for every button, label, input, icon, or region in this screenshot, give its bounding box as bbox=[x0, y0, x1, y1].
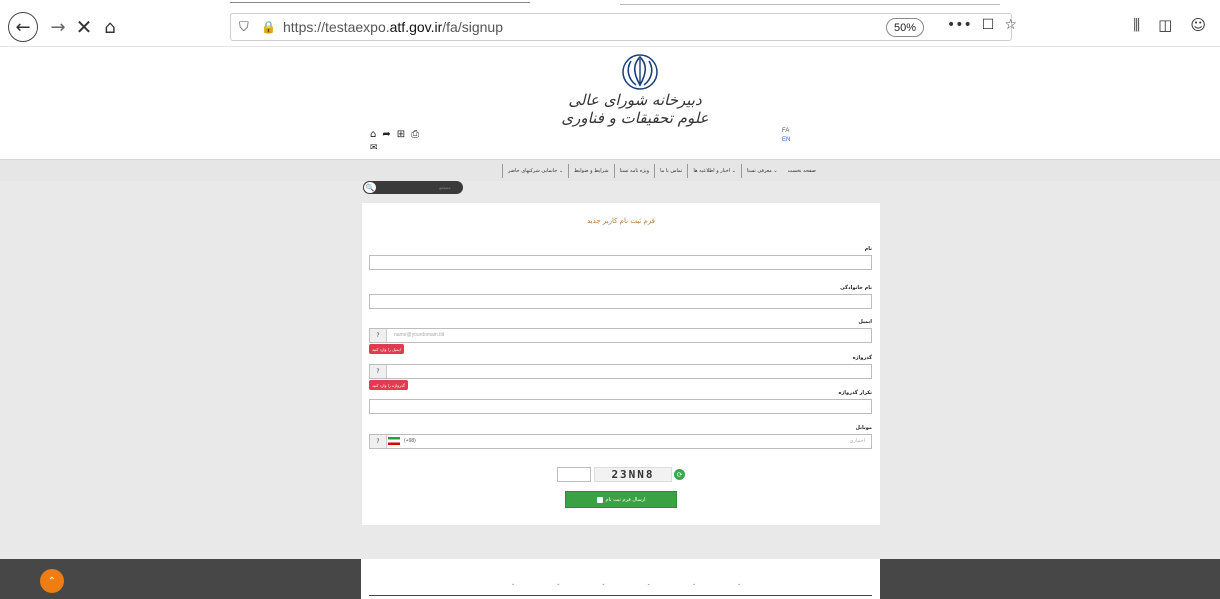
mobile-placeholder: اختیاری bbox=[849, 438, 865, 444]
last-name-label: نام خانوادگی bbox=[840, 285, 872, 291]
home-icon[interactable]: ⌂ bbox=[370, 129, 376, 140]
back-button[interactable]: ← bbox=[8, 12, 38, 42]
lang-en[interactable]: EN bbox=[782, 136, 790, 145]
footer-divider bbox=[369, 595, 872, 596]
email-field[interactable]: ? name@yourdomain.tld bbox=[369, 328, 872, 343]
menu-item-contact[interactable]: تماس با ما bbox=[654, 164, 687, 178]
menu-item-terms[interactable]: شرایط و ضوابط bbox=[568, 164, 613, 178]
home-button[interactable]: ⌂ bbox=[96, 13, 124, 41]
search-icon[interactable]: 🔍 bbox=[364, 182, 376, 193]
bookmark-star-icon[interactable]: ☆ bbox=[1004, 17, 1017, 33]
search-input[interactable]: جستجو bbox=[439, 185, 451, 190]
chevron-down-icon[interactable]: ⌄ bbox=[737, 581, 741, 587]
org-name: دبیرخانه شورای عالی علوم تحقیقات و فناور… bbox=[561, 91, 709, 127]
password-error: گذرواژه را وارد کنید bbox=[369, 380, 409, 390]
language-switcher: FA EN bbox=[782, 127, 790, 145]
address-bar[interactable]: ⛉ 🔒 https://testaexpo.atf.gov.ir/fa/sign… bbox=[230, 13, 1017, 41]
footer-card: ⌄ ⌄ ⌄ ⌄ ⌄ ⌄ bbox=[361, 559, 880, 599]
shield-icon[interactable]: ⛉ bbox=[239, 20, 261, 35]
confirm-password-label: تکرار گذرواژه bbox=[838, 390, 872, 396]
submit-label: ارسال فرم ثبت نام bbox=[605, 496, 646, 503]
main-menu: صفحه نخست معرفی تستا ⌄ اخبار و اطلاعیه ه… bbox=[502, 160, 821, 182]
back-arrow-icon: ← bbox=[15, 16, 31, 38]
account-icon[interactable]: ☺ bbox=[1190, 16, 1206, 34]
main-menu-bar: صفحه نخست معرفی تستا ⌄ اخبار و اطلاعیه ه… bbox=[0, 159, 1220, 181]
chevron-down-icon[interactable]: ⌄ bbox=[647, 581, 651, 587]
chevron-down-icon[interactable]: ⌄ bbox=[692, 581, 696, 587]
url-domain: atf.gov.ir bbox=[389, 19, 443, 35]
first-name-label: نام bbox=[864, 246, 872, 252]
iran-flag-icon[interactable] bbox=[388, 437, 400, 445]
zoom-indicator[interactable]: 50% bbox=[886, 18, 924, 37]
mobile-field[interactable]: ? (+98) اختیاری bbox=[369, 434, 872, 449]
chevron-down-icon[interactable]: ⌄ bbox=[511, 581, 515, 587]
forward-arrow-icon: → bbox=[50, 16, 66, 38]
chevron-up-icon: ⌃ bbox=[47, 575, 57, 587]
header-tools: ⌂ ➦ ⊞ ⎙ bbox=[370, 129, 419, 140]
sitemap-icon[interactable]: ⊞ bbox=[397, 129, 405, 140]
stop-button[interactable]: ✕ bbox=[70, 13, 98, 41]
tab-line bbox=[620, 4, 1000, 5]
mail-icon[interactable]: ✉ bbox=[370, 143, 378, 153]
refresh-captcha-icon[interactable]: ⟳ bbox=[674, 469, 685, 480]
tab-strip bbox=[0, 0, 1220, 9]
menu-item-about[interactable]: معرفی تستا ⌄ bbox=[740, 164, 783, 178]
password-label: گذرواژه bbox=[852, 355, 872, 361]
menu-item-placement[interactable]: جانمایی شرکتهای حاضر ⌄ bbox=[502, 164, 568, 178]
menu-item-news[interactable]: اخبار و اطلاعیه ها ⌄ bbox=[687, 164, 741, 178]
check-icon bbox=[596, 496, 603, 503]
pocket-icon[interactable]: ☐ bbox=[982, 17, 995, 33]
signup-form: فرم ثبت نام کاربر جدید نام نام خانوادگی … bbox=[362, 203, 880, 525]
email-placeholder: name@yourdomain.tld bbox=[394, 332, 445, 338]
last-name-field[interactable] bbox=[369, 294, 872, 309]
site-header: دبیرخانه شورای عالی علوم تحقیقات و فناور… bbox=[0, 47, 1220, 159]
print-icon[interactable]: ⎙ bbox=[411, 129, 419, 140]
lock-icon[interactable]: 🔒 bbox=[261, 20, 279, 34]
password-field[interactable]: ? bbox=[369, 364, 872, 379]
submit-button[interactable]: ارسال فرم ثبت نام bbox=[565, 491, 677, 508]
help-icon[interactable]: ? bbox=[370, 435, 387, 448]
lang-fa[interactable]: FA bbox=[782, 127, 790, 136]
first-name-field[interactable] bbox=[369, 255, 872, 270]
footer-links: ⌄ ⌄ ⌄ ⌄ ⌄ ⌄ bbox=[511, 581, 741, 587]
tab-line bbox=[230, 2, 530, 3]
sidebar-icon[interactable]: ◫ bbox=[1158, 16, 1172, 34]
url-prefix: https://testaexpo. bbox=[283, 19, 390, 35]
iran-emblem-icon bbox=[622, 54, 658, 90]
chevron-down-icon[interactable]: ⌄ bbox=[556, 581, 560, 587]
captcha-image: 23NN8 bbox=[594, 467, 672, 482]
more-actions-icon[interactable]: ••• bbox=[947, 17, 972, 33]
mobile-label: موبایل bbox=[855, 425, 872, 431]
captcha-input[interactable] bbox=[557, 467, 591, 482]
scroll-to-top-button[interactable]: ⌃ bbox=[40, 569, 64, 593]
menu-item-special[interactable]: ویژه نامه تستا bbox=[613, 164, 655, 178]
help-icon[interactable]: ? bbox=[370, 329, 387, 342]
country-code: (+98) bbox=[404, 438, 416, 444]
confirm-password-field[interactable] bbox=[369, 399, 872, 414]
close-icon: ✕ bbox=[75, 15, 93, 39]
chevron-down-icon[interactable]: ⌄ bbox=[601, 581, 605, 587]
url-path: /fa/signup bbox=[442, 19, 503, 35]
url-text[interactable]: https://testaexpo.atf.gov.ir/fa/signup bbox=[283, 19, 503, 35]
browser-toolbar: ← → ✕ ⌂ ⛉ 🔒 https://testaexpo.atf.gov.ir… bbox=[0, 0, 1220, 47]
form-title: فرم ثبت نام کاربر جدید bbox=[586, 217, 656, 225]
search-box[interactable]: 🔍 جستجو bbox=[363, 181, 463, 194]
page-actions: ••• ☐ ☆ bbox=[947, 17, 1017, 33]
email-error: ایمیل را وارد کنید bbox=[369, 344, 404, 354]
library-icon[interactable]: ⫼ bbox=[1133, 16, 1140, 34]
menu-item-home[interactable]: صفحه نخست bbox=[783, 164, 821, 178]
web-page: دبیرخانه شورای عالی علوم تحقیقات و فناور… bbox=[0, 47, 1220, 599]
forward-button[interactable]: → bbox=[44, 13, 72, 41]
home-icon: ⌂ bbox=[104, 16, 116, 38]
share-icon[interactable]: ➦ bbox=[382, 129, 390, 140]
help-icon[interactable]: ? bbox=[370, 365, 387, 378]
email-label: ایمیل bbox=[858, 319, 872, 325]
toolbar-right: ⫼ ◫ ☺ bbox=[1133, 16, 1206, 34]
